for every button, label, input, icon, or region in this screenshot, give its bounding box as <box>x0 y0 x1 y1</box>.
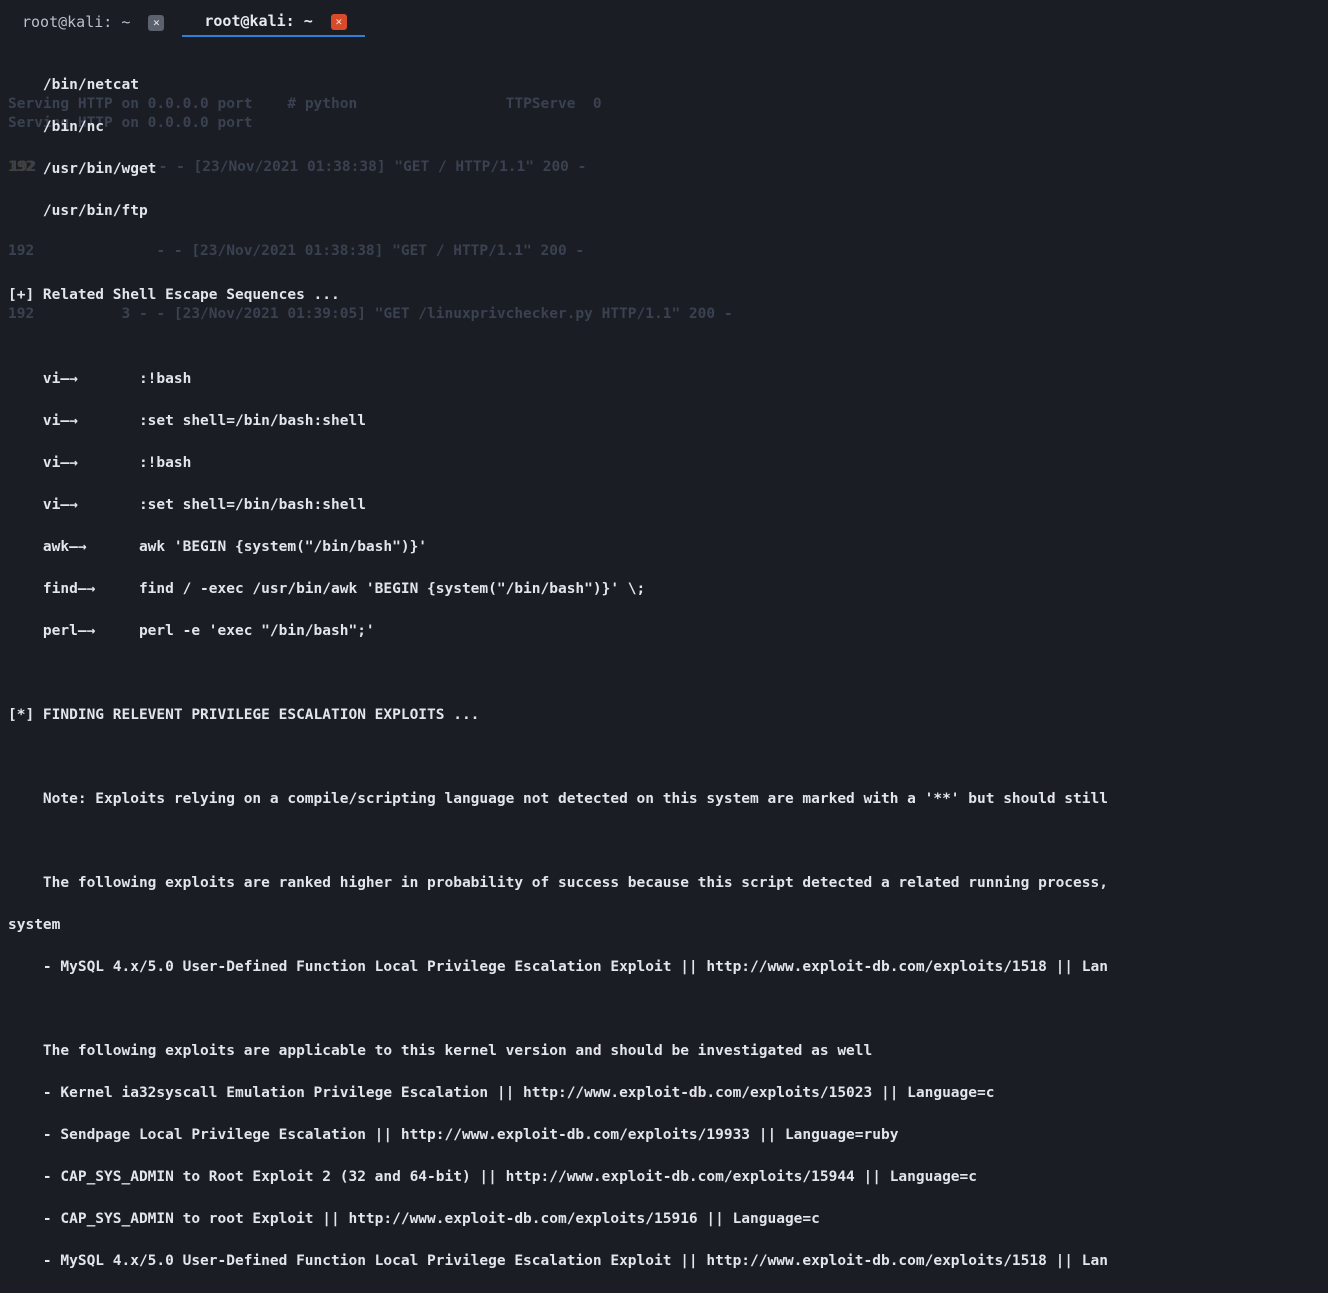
exploit-line: - CAP_SYS_ADMIN to root Exploit || http:… <box>8 1209 1320 1230</box>
escape-seq-line: vi—→ :set shell=/bin/bash:shell <box>8 495 1320 516</box>
exploit-line: - Sendpage Local Privilege Escalation ||… <box>8 1125 1320 1146</box>
exploit-line: - Kernel ia32syscall Emulation Privilege… <box>8 1083 1320 1104</box>
output-blank <box>8 327 1320 348</box>
output-line: /bin/netcat <box>8 75 1320 96</box>
section-header-escapes: [+] Related Shell Escape Sequences ... <box>8 285 1320 306</box>
tab-2-label: root@kali: ~ <box>204 11 312 33</box>
exploit-line: - MySQL 4.x/5.0 User-Defined Function Lo… <box>8 957 1320 978</box>
output-line: /usr/bin/wget <box>8 159 1320 180</box>
escape-seq-line: vi—→ :!bash <box>8 453 1320 474</box>
output-blank <box>8 243 1320 264</box>
section-header-exploits: [*] FINDING RELEVENT PRIVILEGE ESCALATIO… <box>8 705 1320 726</box>
escape-seq-line: perl—→ perl -e 'exec "/bin/bash";' <box>8 621 1320 642</box>
exploit-line: - CAP_SYS_ADMIN to Root Exploit 2 (32 an… <box>8 1167 1320 1188</box>
escape-seq-line: awk—→ awk 'BEGIN {system("/bin/bash")}' <box>8 537 1320 558</box>
close-icon[interactable]: ✕ <box>331 14 347 30</box>
output-blank <box>8 663 1320 684</box>
output-line: /bin/nc <box>8 117 1320 138</box>
system-line: system <box>8 915 1320 936</box>
escape-seq-line: vi—→ :!bash <box>8 369 1320 390</box>
tab-2[interactable]: root@kali: ~ ✕ <box>182 5 364 37</box>
exploit-line: - MySQL 4.x/5.0 User-Defined Function Lo… <box>8 1251 1320 1272</box>
output-blank <box>8 831 1320 852</box>
output-line: /usr/bin/ftp <box>8 201 1320 222</box>
close-icon[interactable]: ✕ <box>148 15 164 31</box>
kernel-intro-line: The following exploits are applicable to… <box>8 1041 1320 1062</box>
escape-seq-line: vi—→ :set shell=/bin/bash:shell <box>8 411 1320 432</box>
tab-1[interactable]: root@kali: ~ ✕ <box>0 6 182 36</box>
terminal-output[interactable]: /bin/netcat /bin/nc /usr/bin/wget /usr/b… <box>0 36 1328 1293</box>
terminal-tabbar: root@kali: ~ ✕ root@kali: ~ ✕ <box>0 0 1328 36</box>
rank-line: The following exploits are ranked higher… <box>8 873 1320 894</box>
output-blank <box>8 999 1320 1020</box>
tab-1-label: root@kali: ~ <box>22 12 130 34</box>
escape-seq-line: find—→ find / -exec /usr/bin/awk 'BEGIN … <box>8 579 1320 600</box>
note-line: Note: Exploits relying on a compile/scri… <box>8 789 1320 810</box>
output-blank <box>8 747 1320 768</box>
